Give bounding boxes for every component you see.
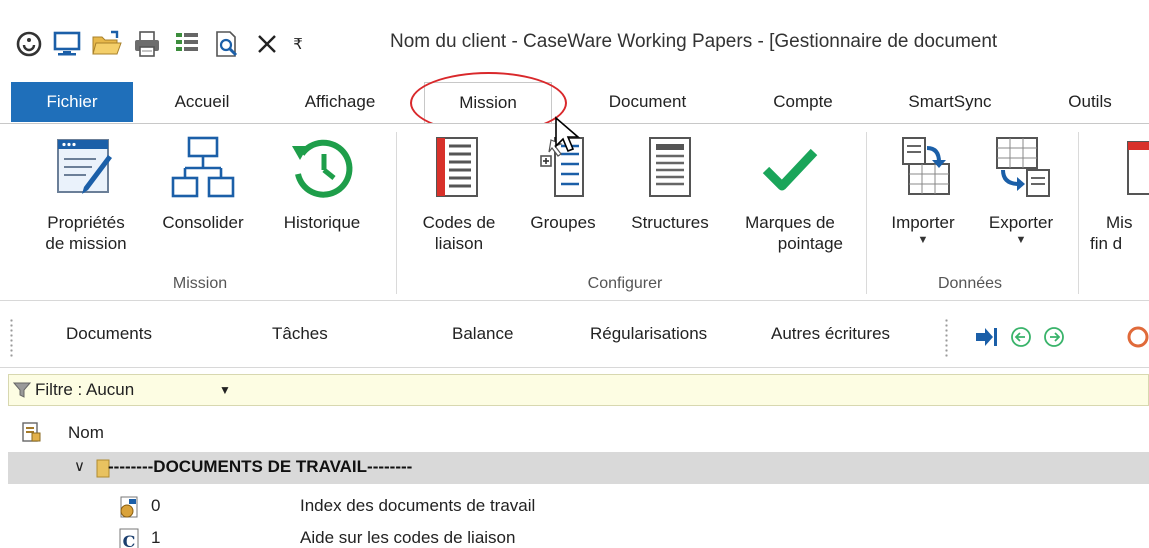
codes-line2: liaison xyxy=(434,234,484,253)
group-label-donnees: Données xyxy=(937,275,1003,292)
app-logo-icon[interactable] xyxy=(14,28,44,60)
groupes-label: Groupes xyxy=(530,213,596,232)
proprietes-line1: Propriétés xyxy=(47,213,125,232)
filter-bar[interactable]: Filtre : Aucun ▼ xyxy=(8,374,1149,406)
importer-button[interactable]: Importer ▼ xyxy=(874,130,972,280)
exporter-button[interactable]: Exporter ▼ xyxy=(972,130,1070,280)
properties-icon[interactable] xyxy=(170,28,204,60)
group-separator xyxy=(396,132,397,294)
marques-line2: pointage xyxy=(777,234,843,253)
proprietes-line2: de mission xyxy=(45,234,127,253)
close-x-icon[interactable] xyxy=(252,28,282,60)
autres-ecritures-button[interactable]: Autres écritures xyxy=(771,324,890,344)
tab-compte[interactable]: Compte xyxy=(748,82,858,122)
importer-dropdown-arrow[interactable]: ▼ xyxy=(874,233,972,247)
expander-chevron-icon[interactable]: ∨ xyxy=(74,457,85,475)
group-separator xyxy=(1078,132,1079,294)
exporter-label: Exporter xyxy=(988,213,1054,232)
open-folder-icon[interactable] xyxy=(90,28,124,60)
structures-document-icon xyxy=(649,137,691,197)
balance-button[interactable]: Balance xyxy=(452,324,513,344)
exporter-dropdown-arrow[interactable]: ▼ xyxy=(972,233,1070,247)
column-header-nom[interactable]: Nom xyxy=(68,423,104,443)
toolbar-grip[interactable] xyxy=(10,318,13,358)
tickmark-check-icon xyxy=(762,148,818,191)
regularisations-button[interactable]: Régularisations xyxy=(590,324,707,344)
tab-smartsync[interactable]: SmartSync xyxy=(890,82,1010,122)
document-properties-icon[interactable] xyxy=(20,421,42,443)
document-number: 1 xyxy=(151,528,161,547)
group-name: --------DOCUMENTS DE TRAVAIL-------- xyxy=(108,457,413,476)
code-document-icon: C xyxy=(119,528,139,548)
toolbar-grip[interactable] xyxy=(945,318,948,358)
import-data-icon xyxy=(902,137,950,195)
document-number: 0 xyxy=(151,496,161,515)
historique-button[interactable]: Historique xyxy=(266,130,378,280)
document-row[interactable]: 0 Index des documents de travail xyxy=(8,490,1149,522)
codes-de-liaison-button[interactable]: Codes de liaison xyxy=(405,130,513,280)
consolider-label: Consolider xyxy=(162,213,244,232)
stop-icon[interactable] xyxy=(1127,326,1149,348)
go-to-icon[interactable] xyxy=(975,326,997,348)
document-name: Aide sur les codes de liaison xyxy=(300,528,516,547)
print-icon[interactable] xyxy=(130,28,164,60)
tab-mission[interactable]: Mission xyxy=(424,82,552,124)
documents-button[interactable]: Documents xyxy=(66,324,152,344)
tab-outils[interactable]: Outils xyxy=(1045,82,1135,122)
filter-dropdown-arrow[interactable]: ▼ xyxy=(219,383,231,397)
quick-access-toolbar: ₹ Nom du client - CaseWare Working Paper… xyxy=(0,0,1149,82)
filter-label: Filtre : Aucun xyxy=(35,380,135,399)
historique-label: Historique xyxy=(283,213,361,232)
structures-button[interactable]: Structures xyxy=(613,130,727,280)
document-name: Index des documents de travail xyxy=(300,496,536,515)
tab-fichier[interactable]: Fichier xyxy=(11,82,133,122)
document-row[interactable]: C 1 Aide sur les codes de liaison xyxy=(8,522,1149,548)
document-toolbar: Documents Tâches Balance Régularisations… xyxy=(0,304,1149,368)
print-preview-icon[interactable] xyxy=(210,28,244,60)
mission-properties-icon xyxy=(57,139,112,194)
history-clock-icon xyxy=(292,139,353,198)
tab-accueil[interactable]: Accueil xyxy=(147,82,257,122)
monitor-icon[interactable] xyxy=(50,28,84,60)
group-label-configurer: Configurer xyxy=(587,275,663,292)
mise-fin-button[interactable]: Mis fin d xyxy=(1086,130,1149,280)
consolidate-org-chart-icon xyxy=(171,136,235,198)
list-header: Nom xyxy=(8,417,1149,449)
window-title: Nom du client - CaseWare Working Papers … xyxy=(390,31,998,52)
filter-funnel-icon xyxy=(13,382,31,398)
importer-label: Importer xyxy=(891,213,955,232)
link-codes-icon xyxy=(436,137,478,197)
taches-button[interactable]: Tâches xyxy=(272,324,328,344)
mise-line2: fin d xyxy=(1090,234,1123,253)
tab-document[interactable]: Document xyxy=(585,82,710,122)
structures-label: Structures xyxy=(631,213,709,232)
customize-dropdown-icon[interactable]: ₹ xyxy=(288,28,308,60)
marques-de-pointage-button[interactable]: Marques de pointage xyxy=(727,130,853,280)
forward-arrow-icon[interactable] xyxy=(1043,326,1065,348)
tab-affichage[interactable]: Affichage xyxy=(280,82,400,122)
proprietes-de-mission-button[interactable]: Propriétés de mission xyxy=(30,130,142,280)
back-arrow-icon[interactable] xyxy=(1010,326,1032,348)
marques-line1: Marques de xyxy=(745,213,835,232)
mise-line1: Mis xyxy=(1106,213,1133,232)
folder-group-row[interactable]: ∨ --------DOCUMENTS DE TRAVAIL-------- xyxy=(8,452,1149,484)
index-document-icon xyxy=(120,496,138,518)
group-label-mission: Mission xyxy=(172,275,228,292)
mouse-cursor-icon xyxy=(555,116,581,153)
calendar-icon xyxy=(1127,141,1149,195)
codes-line1: Codes de xyxy=(422,213,496,232)
consolider-button[interactable]: Consolider xyxy=(146,130,260,280)
group-separator xyxy=(866,132,867,294)
svg-text:C: C xyxy=(123,532,136,548)
export-data-icon xyxy=(996,137,1050,197)
